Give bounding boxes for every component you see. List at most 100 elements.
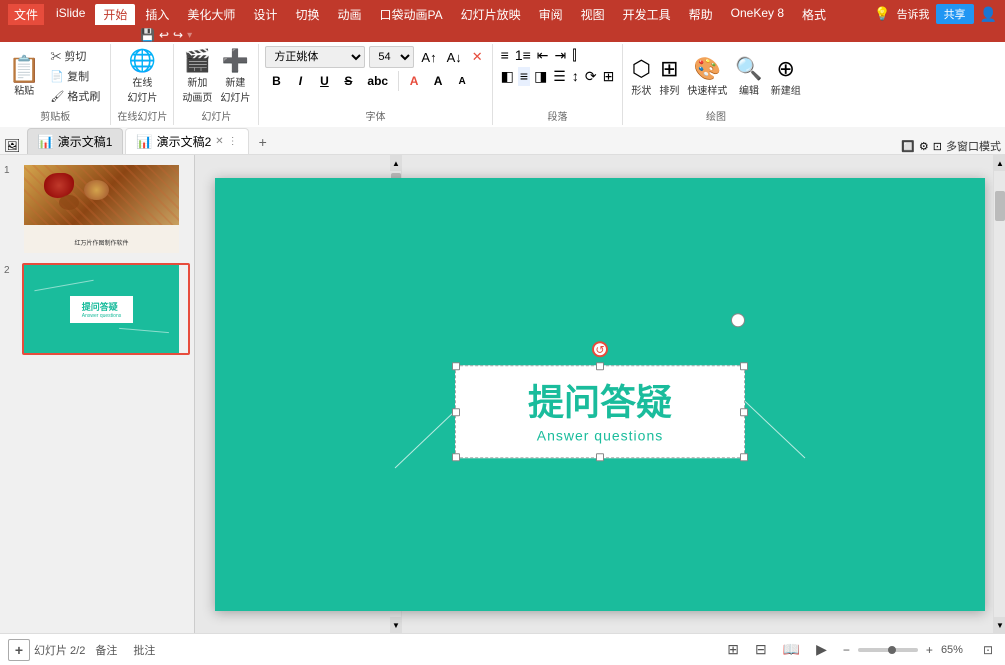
text-shadow-button[interactable]: abc: [361, 70, 394, 92]
clear-format-btn[interactable]: ✕: [469, 48, 486, 66]
edit-button[interactable]: 🔍 编辑: [733, 54, 764, 99]
notes-btn[interactable]: 备注: [89, 640, 123, 660]
indent-inc-btn[interactable]: ⇥: [553, 46, 569, 65]
menu-beautify[interactable]: 美化大师: [179, 4, 243, 25]
tab-file2[interactable]: 📊 演示文稿2 ✕ ⋮: [125, 128, 248, 154]
slide-panel: 1 红万片作图制作软件 2: [0, 155, 195, 633]
text-direction-btn[interactable]: ⟳: [583, 67, 599, 86]
bold-button[interactable]: B: [265, 70, 287, 92]
handle-br[interactable]: [740, 453, 748, 461]
bullets-btn[interactable]: ≡: [499, 46, 511, 65]
menu-dev[interactable]: 开发工具: [615, 4, 679, 25]
online-slides-button[interactable]: 🌐 在线幻灯片: [127, 46, 157, 106]
indent-dec-btn[interactable]: ⇤: [535, 46, 551, 65]
save-qa-btn[interactable]: 💾: [140, 28, 155, 42]
new-animation-button[interactable]: 🎬 新加动画页: [180, 46, 214, 106]
normal-view-btn[interactable]: ⊞: [723, 639, 743, 660]
font-size-btn2[interactable]: A: [451, 70, 473, 92]
paste-button[interactable]: 📋 粘贴: [6, 54, 42, 99]
font-color-button[interactable]: A: [403, 70, 425, 92]
scroll-up-btn[interactable]: ▲: [390, 155, 402, 171]
justify-btn[interactable]: ☰: [551, 67, 568, 86]
alert-text[interactable]: 告诉我: [897, 6, 930, 22]
format-painter-button[interactable]: 🖌 格式刷: [46, 87, 104, 105]
line-spacing-btn[interactable]: ↕: [570, 67, 581, 86]
handle-ml[interactable]: [452, 408, 460, 416]
align-left-btn[interactable]: ◧: [499, 67, 516, 86]
increase-font-btn[interactable]: A↑: [418, 49, 439, 66]
reading-view-btn[interactable]: 📖: [779, 639, 804, 660]
align-right-btn[interactable]: ◨: [532, 67, 549, 86]
slide-thumb-2[interactable]: 2 提问答疑 Answer questions: [4, 263, 190, 355]
slide-image-2[interactable]: 提问答疑 Answer questions: [22, 263, 190, 355]
text-box-container[interactable]: ↺ 提问答疑 Answe: [455, 341, 745, 458]
handle-tr[interactable]: [740, 362, 748, 370]
scroll-up-btn2[interactable]: ▲: [994, 155, 1005, 171]
redo-qa-btn[interactable]: ↪: [173, 28, 183, 42]
menu-start[interactable]: 开始: [95, 4, 135, 25]
zoom-slider[interactable]: [858, 648, 918, 652]
share-button[interactable]: 共享: [936, 4, 974, 24]
settings-icon[interactable]: ⚙: [919, 140, 929, 153]
text-selection-box[interactable]: 提问答疑 Answer questions: [455, 365, 745, 458]
scroll-thumb-v2[interactable]: [995, 191, 1005, 221]
menu-onekey[interactable]: OneKey 8: [723, 4, 792, 25]
zoom-out-btn[interactable]: −: [839, 643, 854, 657]
scroll-down-btn2[interactable]: ▼: [994, 617, 1005, 633]
slide-thumb-1[interactable]: 1 红万片作图制作软件: [4, 163, 190, 255]
file-menu[interactable]: 文件: [8, 4, 44, 25]
present-btn[interactable]: ▶: [812, 639, 831, 660]
tab-file1[interactable]: 📊 演示文稿1: [27, 128, 124, 154]
add-slide-button[interactable]: +: [8, 639, 30, 661]
tab2-more-btn[interactable]: ⋮: [228, 136, 238, 147]
tab2-close-btn[interactable]: ✕: [215, 136, 223, 147]
menu-animate[interactable]: 动画: [329, 4, 369, 25]
shape-button[interactable]: ⬡ 形状: [629, 54, 653, 99]
align-center-btn[interactable]: ≡: [518, 67, 530, 86]
smart-art-btn[interactable]: ⊞: [601, 67, 617, 86]
quick-style-button[interactable]: 🎨 快速样式: [685, 54, 729, 99]
font-size-select[interactable]: 54: [369, 46, 414, 68]
menu-format[interactable]: 格式: [794, 4, 834, 25]
user-icon[interactable]: 👤: [980, 6, 997, 23]
restore-btn[interactable]: 🔲: [901, 140, 915, 153]
italic-button[interactable]: I: [289, 70, 311, 92]
rotation-handle[interactable]: ↺: [592, 341, 608, 357]
menu-switch[interactable]: 切换: [287, 4, 327, 25]
menu-review[interactable]: 审阅: [531, 4, 571, 25]
scroll-down-btn[interactable]: ▼: [390, 617, 402, 633]
columns-btn[interactable]: ⫿: [570, 46, 578, 65]
handle-mr[interactable]: [740, 408, 748, 416]
menu-view[interactable]: 视图: [573, 4, 613, 25]
handle-tc[interactable]: [596, 362, 604, 370]
cut-button[interactable]: ✂ 剪切: [46, 47, 104, 65]
zoom-in-btn[interactable]: +: [922, 643, 937, 657]
window-restore-btn[interactable]: ⊡: [933, 140, 942, 153]
menu-help[interactable]: 帮助: [681, 4, 721, 25]
handle-bl[interactable]: [452, 453, 460, 461]
sorter-view-btn[interactable]: ⊟: [751, 639, 771, 660]
link-handle[interactable]: [731, 313, 745, 327]
font-family-select[interactable]: 方正姚体: [265, 46, 365, 68]
comments-btn[interactable]: 批注: [127, 640, 161, 660]
new-slide-button[interactable]: ➕ 新建幻灯片: [218, 46, 252, 106]
decrease-font-btn[interactable]: A↓: [444, 49, 465, 66]
menu-iSlide[interactable]: iSlide: [48, 4, 93, 25]
menu-slideshow[interactable]: 幻灯片放映: [453, 4, 529, 25]
undo-qa-btn[interactable]: ↩: [159, 28, 169, 42]
underline-button[interactable]: U: [313, 70, 335, 92]
fit-to-window-btn[interactable]: ⊡: [979, 643, 997, 657]
handle-tl[interactable]: [452, 362, 460, 370]
numbering-btn[interactable]: 1≡: [513, 46, 533, 65]
new-group-button[interactable]: ⊕ 新建组: [769, 54, 803, 99]
add-tab-button[interactable]: +: [251, 130, 275, 154]
handle-bc[interactable]: [596, 453, 604, 461]
highlight-color-button[interactable]: A: [427, 70, 449, 92]
menu-insert[interactable]: 插入: [137, 4, 177, 25]
slide-image-1[interactable]: 红万片作图制作软件: [22, 163, 190, 255]
strikethrough-button[interactable]: S: [337, 70, 359, 92]
arrange-button[interactable]: ⊞ 排列: [657, 54, 681, 99]
copy-button[interactable]: 📄 复制: [46, 67, 104, 85]
menu-design[interactable]: 设计: [245, 4, 285, 25]
menu-pocket[interactable]: 口袋动画PA: [371, 4, 450, 25]
